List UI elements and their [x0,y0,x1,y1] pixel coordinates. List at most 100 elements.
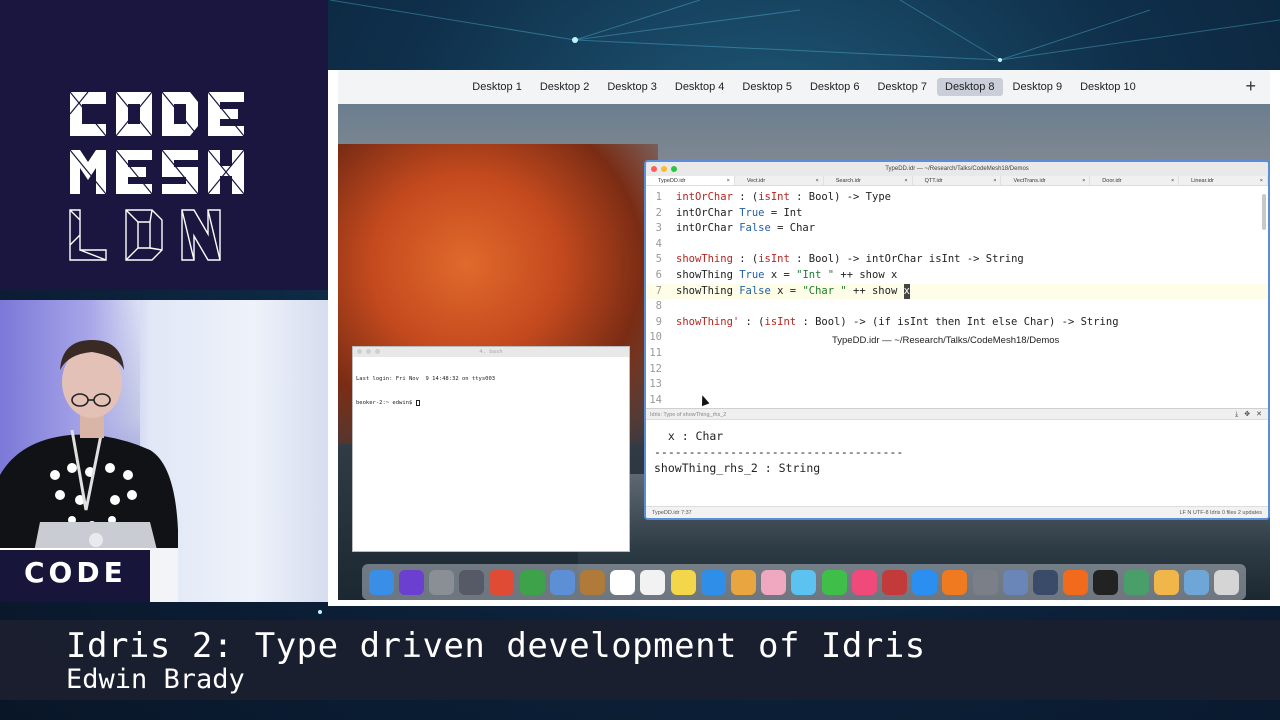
codemesh-logo-panel [0,0,328,290]
pages-icon[interactable] [1153,569,1179,595]
terminal-output[interactable]: Last login: Fri Nov 9 14:48:32 on ttys00… [353,357,629,425]
firefox-icon[interactable] [1063,569,1089,595]
code-line[interactable]: 1 intOrChar : (isInt : Bool) -> Type [646,190,1268,206]
editor-window-controls[interactable] [651,166,677,172]
downloads-icon[interactable] [1184,569,1210,595]
desktop-space-6[interactable]: Desktop 6 [802,78,868,96]
code-line[interactable]: 13 [646,377,1268,393]
podium-sign: CODE [0,548,150,602]
minimize-window-button[interactable] [661,166,667,172]
path-tooltip: TypeDD.idr — ~/Research/Talks/CodeMesh18… [828,334,1064,348]
download-icon[interactable]: ⤓ [1235,409,1238,421]
status-encoding[interactable]: LF N UTF-8 Idris 0 files 2 updates [1179,507,1262,518]
code-line[interactable]: 3 intOrChar False = Char [646,221,1268,237]
idris-type-pane[interactable]: x : Char -------------------------------… [646,420,1268,506]
desktop-space-2[interactable]: Desktop 2 [532,78,598,96]
editor-tab[interactable]: Door.idr × [1090,176,1180,186]
code-line[interactable]: 6 showThing True x = "Int " ++ show x [646,268,1268,284]
books-icon[interactable] [942,569,968,595]
code-token: : ( [732,253,759,266]
editor-tab[interactable]: VectTrans.idr × [1001,176,1091,186]
close-tab-icon[interactable]: × [816,176,819,186]
desktop-space-9[interactable]: Desktop 9 [1005,78,1071,96]
desktop-space-4[interactable]: Desktop 4 [667,78,733,96]
itunes-icon[interactable] [851,569,877,595]
add-desktop-button[interactable]: + [1245,77,1256,95]
terminal-prompt: beoker-2:~ edwin$ [356,399,626,407]
atom-icon[interactable] [1123,569,1149,595]
chrome-icon[interactable] [489,569,515,595]
code-line[interactable]: 8 [646,299,1268,315]
editor-scrollbar[interactable] [1262,194,1266,230]
close-tab-icon[interactable]: × [904,176,907,186]
zoom-window-button[interactable] [671,166,677,172]
close-tab-icon[interactable]: × [1260,176,1263,186]
mission-control-icon[interactable] [459,569,485,595]
line-number: 11 [649,346,662,359]
code-line[interactable]: 11 [646,346,1268,362]
code-line[interactable]: 12 [646,362,1268,378]
contacts-icon[interactable] [580,569,606,595]
stickies-icon[interactable] [670,569,696,595]
atom-editor-window[interactable]: TypeDD.idr — ~/Research/Talks/CodeMesh18… [644,160,1270,520]
move-icon[interactable]: ✥ [1244,409,1250,421]
close-tab-icon[interactable]: × [993,176,996,186]
system-prefs-icon[interactable] [972,569,998,595]
status-file-position[interactable]: TypeDD.idr 7:37 [652,507,692,518]
desktop-space-7[interactable]: Desktop 7 [869,78,935,96]
calendar-icon[interactable] [610,569,636,595]
editor-tab[interactable]: Vect.idr × [735,176,824,185]
utility-icon[interactable] [1002,569,1028,595]
desktop-space-3[interactable]: Desktop 3 [599,78,665,96]
code-token: : Bool) -> (if isInt then Int else Char)… [796,315,1119,328]
close-window-button[interactable] [651,166,657,172]
siri-icon[interactable] [398,569,424,595]
keynote-icon[interactable] [731,569,757,595]
code-area[interactable]: 1 intOrChar : (isInt : Bool) -> Type 2 intO… [646,186,1268,408]
editor-titlebar[interactable]: TypeDD.idr — ~/Research/Talks/CodeMesh18… [646,162,1268,176]
code-line[interactable]: 9 showThing' : (isInt : Bool) -> (if isIn… [646,315,1268,331]
close-icon[interactable]: ✕ [1256,409,1262,421]
photos-icon[interactable] [761,569,787,595]
editor-tab-label: Search.idr [835,178,861,184]
code-line[interactable]: 14 [646,393,1268,409]
desktop-space-8[interactable]: Desktop 8 [937,78,1003,96]
trash-icon[interactable] [1214,569,1240,595]
desktop-wallpaper: 4. bash Last login: Fri Nov 9 14:48:32 o… [338,104,1270,600]
desktop-space-5[interactable]: Desktop 5 [734,78,800,96]
pane-line: showThing_rhs_2 : String [654,461,821,475]
vim-icon[interactable] [519,569,545,595]
facetime-icon[interactable] [821,569,847,595]
desktop-space-1[interactable]: Desktop 1 [464,78,530,96]
speaker-name: Edwin Brady [66,664,245,695]
editor-tab[interactable]: TypeDD.idr × [646,176,735,185]
terminal-window[interactable]: 4. bash Last login: Fri Nov 9 14:48:32 o… [352,346,630,552]
steam-icon[interactable] [1033,569,1059,595]
line-number: 4 [655,237,662,250]
desktop-space-10[interactable]: Desktop 10 [1072,78,1144,96]
notes-icon[interactable] [640,569,666,595]
code-token: intOrChar [676,222,740,235]
close-tab-icon[interactable]: × [1082,176,1085,186]
code-line[interactable]: 4 [646,237,1268,253]
editor-tab[interactable]: Linear.idr × [1179,176,1268,185]
finder-icon[interactable] [368,569,394,595]
terminal-window-controls[interactable] [357,349,380,354]
messages-icon[interactable] [791,569,817,595]
code-line[interactable]: 7 showThing False x = "Char " ++ show x [646,283,1268,300]
code-token: intOrChar [676,191,733,203]
terminal-icon[interactable] [1093,569,1119,595]
safari-icon[interactable] [700,569,726,595]
terminal-titlebar[interactable]: 4. bash [353,347,629,357]
photobooth-icon[interactable] [882,569,908,595]
editor-tab[interactable]: Search.idr × [824,176,913,185]
code-line[interactable]: 5 showThing : (isInt : Bool) -> intOrChar… [646,252,1268,268]
close-tab-icon[interactable]: × [1171,176,1174,186]
close-tab-icon[interactable]: × [727,176,730,186]
launchpad-icon[interactable] [429,569,454,595]
line-number: 2 [655,206,662,219]
editor-tab[interactable]: QTT.idr × [913,176,1002,185]
preview-icon[interactable] [549,569,575,595]
code-line[interactable]: 2 intOrChar True = Int [646,206,1268,222]
appstore-icon[interactable] [912,569,938,595]
